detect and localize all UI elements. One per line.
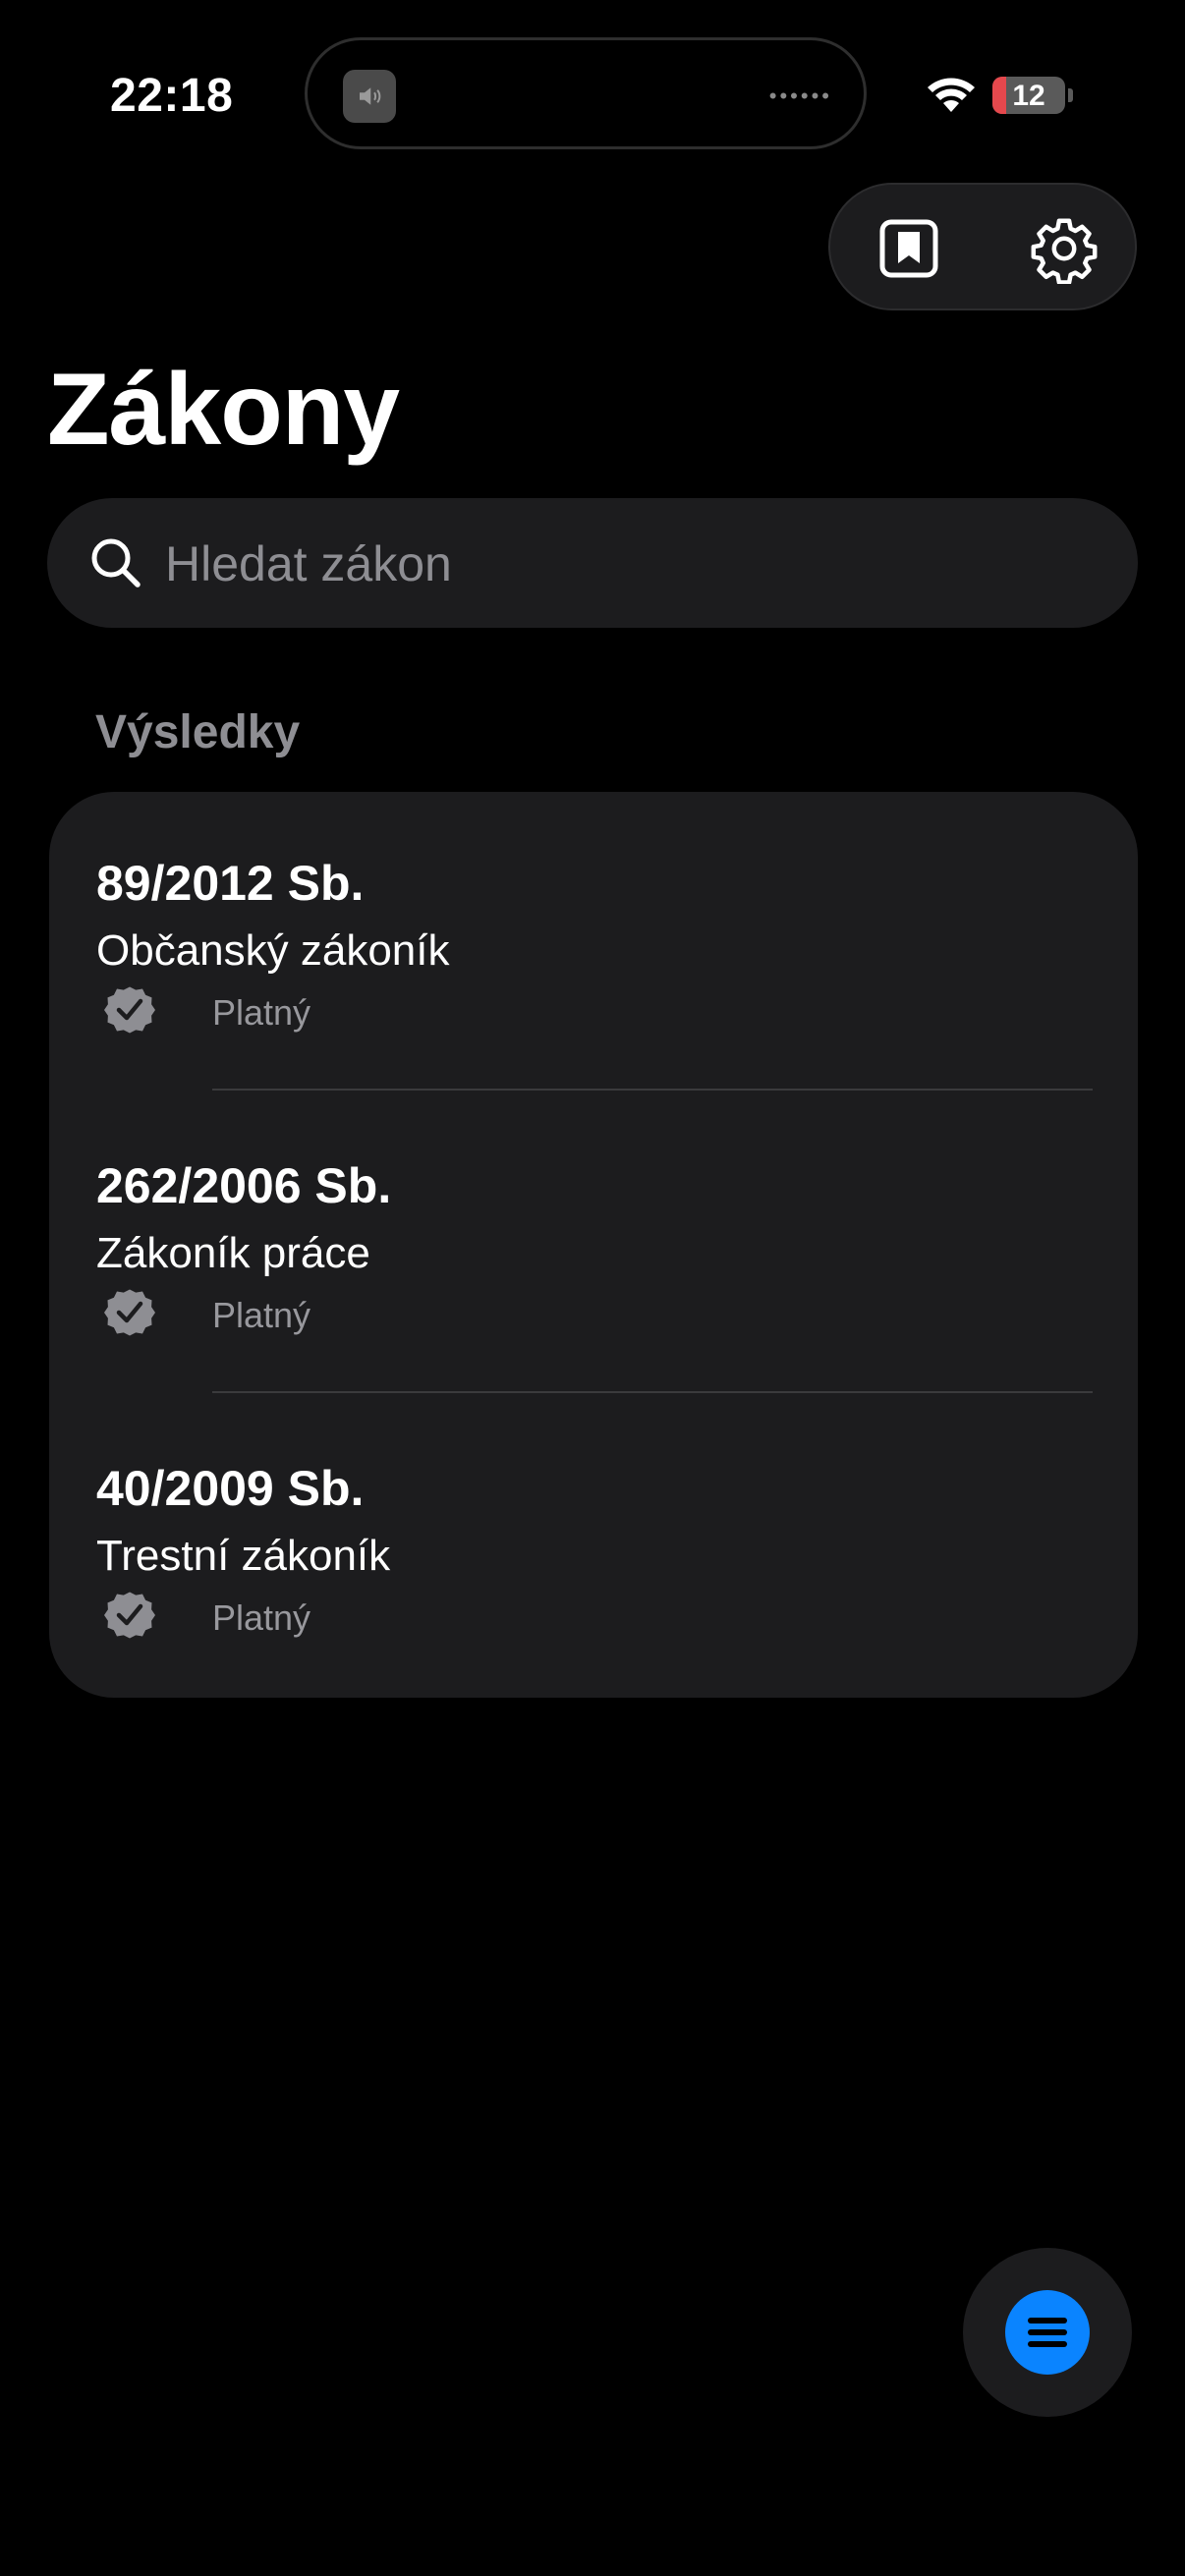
- battery-indicator: 12: [992, 77, 1065, 114]
- gear-icon: [1031, 218, 1098, 284]
- law-code: 40/2009 Sb.: [96, 1461, 365, 1516]
- law-status: Platný: [212, 1597, 311, 1638]
- bookmark-icon: [879, 219, 938, 278]
- checkmark-seal-icon: [104, 1592, 155, 1639]
- search-input[interactable]: [163, 528, 1091, 600]
- activity-dots-icon: ••••••: [768, 84, 832, 108]
- law-row-40-2009[interactable]: 40/2009 Sb. Trestní zákoník Platný: [49, 1397, 1138, 1698]
- search-icon: [91, 538, 141, 588]
- page-title: Zákony: [47, 353, 400, 467]
- top-toolbar: [828, 183, 1137, 310]
- results-section-label: Výsledky: [95, 706, 301, 758]
- law-name: Občanský zákoník: [96, 926, 450, 975]
- settings-button[interactable]: [1025, 209, 1103, 288]
- bookmarks-button[interactable]: [870, 209, 948, 288]
- row-divider: [212, 1391, 1093, 1393]
- battery-level: 12: [1012, 80, 1045, 112]
- checkmark-seal-icon: [104, 1289, 155, 1336]
- law-name: Zákoník práce: [96, 1229, 370, 1277]
- law-status: Platný: [212, 992, 311, 1033]
- law-code: 89/2012 Sb.: [96, 856, 365, 911]
- law-row-89-2012[interactable]: 89/2012 Sb. Občanský zákoník Platný: [49, 792, 1138, 1094]
- checkmark-seal-icon: [104, 986, 155, 1034]
- speaker-icon: [343, 70, 396, 123]
- menu-button[interactable]: [963, 2248, 1132, 2417]
- law-code: 262/2006 Sb.: [96, 1158, 392, 1213]
- status-time: 22:18: [110, 70, 234, 122]
- list-icon: [1028, 2318, 1067, 2347]
- dynamic-island: ••••••: [305, 37, 867, 149]
- row-divider: [212, 1089, 1093, 1091]
- menu-button-inner[interactable]: [1005, 2290, 1090, 2375]
- results-list: 89/2012 Sb. Občanský zákoník Platný 262/…: [49, 792, 1138, 1698]
- battery-tip: [1068, 88, 1073, 102]
- search-bar[interactable]: [47, 498, 1138, 628]
- law-name: Trestní zákoník: [96, 1532, 391, 1580]
- law-status: Platný: [212, 1295, 311, 1335]
- law-row-262-2006[interactable]: 262/2006 Sb. Zákoník práce Platný: [49, 1094, 1138, 1397]
- wifi-icon: [928, 78, 975, 112]
